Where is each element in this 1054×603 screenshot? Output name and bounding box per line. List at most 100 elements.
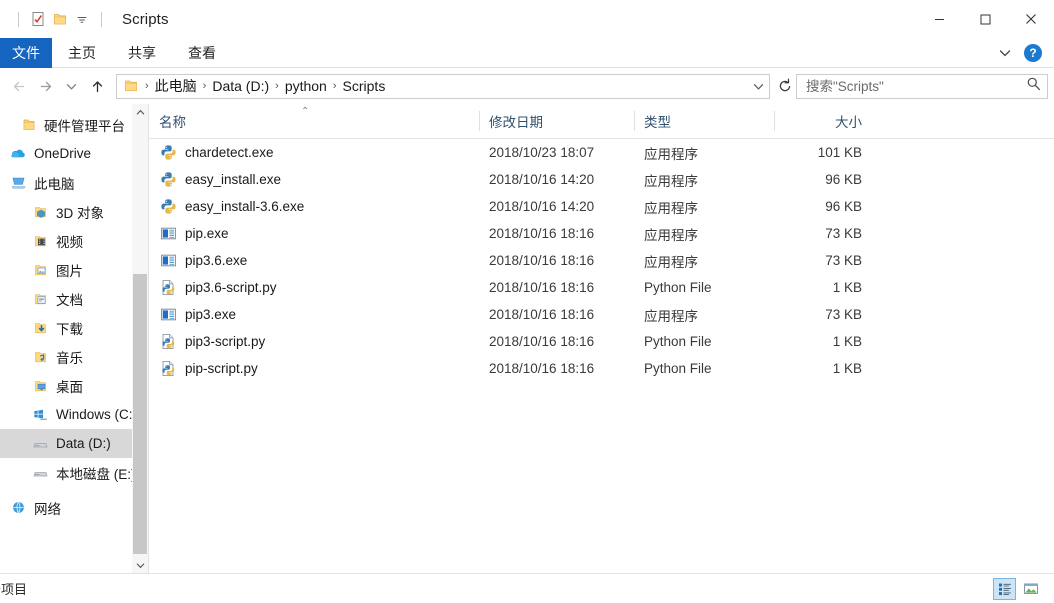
file-name-label: pip3-script.py <box>185 334 266 349</box>
file-name-cell[interactable]: pip3.6-script.py <box>149 279 479 297</box>
breadcrumb-item-1[interactable]: Data (D:) <box>208 78 273 94</box>
tab-file[interactable]: 文件 <box>0 38 52 68</box>
file-name-cell[interactable]: chardetect.exe <box>149 144 479 162</box>
breadcrumb-item-2[interactable]: python <box>281 78 331 94</box>
status-bar: 个项目 <box>0 573 1054 603</box>
sidebar-item-label: 本地磁盘 (E:) <box>56 466 136 482</box>
file-explorer-window: Scripts 文件 主页 共享 查看 ? › 此电脑 › Data (D:) … <box>0 0 1054 603</box>
breadcrumb-item-3[interactable]: Scripts <box>339 78 390 94</box>
sidebar-item-label: 网络 <box>34 501 61 517</box>
file-size-cell: 96 KB <box>825 172 862 187</box>
sidebar-item-desktop[interactable]: 桌面 <box>0 371 148 400</box>
scrollbar-thumb[interactable] <box>133 274 147 554</box>
table-row[interactable]: pip3.6.exe 2018/10/16 18:16 应用程序 73 KB <box>149 247 1054 274</box>
file-name-cell[interactable]: pip3.exe <box>149 306 479 324</box>
sidebar-scrollbar[interactable] <box>132 104 148 573</box>
file-name-cell[interactable]: pip.exe <box>149 225 479 243</box>
file-name-cell[interactable]: easy_install.exe <box>149 171 479 189</box>
sidebar-item-hardware-platform[interactable]: 硬件管理平台 <box>0 110 148 139</box>
this-pc-icon <box>10 174 27 191</box>
help-glyph: ? <box>1024 43 1042 62</box>
search-input[interactable] <box>806 78 1026 94</box>
sidebar-item-videos[interactable]: 视频 <box>0 226 148 255</box>
sidebar-item-local-disk-e[interactable]: 本地磁盘 (E:) <box>0 458 148 487</box>
up-button[interactable] <box>84 73 110 99</box>
file-date-cell: 2018/10/16 18:16 <box>489 253 595 268</box>
search-box[interactable] <box>796 73 1048 99</box>
app-exe-icon <box>159 306 177 324</box>
properties-icon[interactable] <box>27 8 49 30</box>
file-date-cell: 2018/10/16 18:16 <box>489 334 595 349</box>
column-header-date[interactable]: 修改日期 <box>479 104 634 138</box>
table-row[interactable]: pip-script.py 2018/10/16 18:16 Python File… <box>149 355 1054 382</box>
navigation-pane: 硬件管理平台 OneDrive 此电脑 3D 对象 视频 图片 文档 下载 音乐… <box>0 104 148 573</box>
sidebar-item-3d-objects[interactable]: 3D 对象 <box>0 197 148 226</box>
sidebar-item-this-pc[interactable]: 此电脑 <box>0 168 148 197</box>
breadcrumb-item-0[interactable]: 此电脑 <box>151 76 201 96</box>
navigation-list: 硬件管理平台 OneDrive 此电脑 3D 对象 视频 图片 文档 下载 音乐… <box>0 104 148 522</box>
help-icon[interactable]: ? <box>1020 41 1046 65</box>
column-header-name[interactable]: 名称 ⌃ <box>149 104 479 138</box>
python-file-icon <box>159 333 177 351</box>
forward-button[interactable] <box>32 73 58 99</box>
recent-locations-icon[interactable] <box>58 73 84 99</box>
file-name-cell[interactable]: pip-script.py <box>149 360 479 378</box>
tab-home[interactable]: 主页 <box>52 38 112 68</box>
windows-drive-icon <box>32 406 49 423</box>
tab-share[interactable]: 共享 <box>112 38 172 68</box>
file-name-cell[interactable]: easy_install-3.6.exe <box>149 198 479 216</box>
sidebar-item-documents[interactable]: 文档 <box>0 284 148 313</box>
scroll-up-icon[interactable] <box>132 104 148 120</box>
sidebar-item-data-d[interactable]: Data (D:) <box>0 429 148 458</box>
file-name-cell[interactable]: pip3.6.exe <box>149 252 479 270</box>
sidebar-item-pictures[interactable]: 图片 <box>0 255 148 284</box>
file-date-cell: 2018/10/16 18:16 <box>489 280 595 295</box>
customize-qat-icon[interactable] <box>71 8 93 30</box>
table-row[interactable]: pip3-script.py 2018/10/16 18:16 Python Fil… <box>149 328 1054 355</box>
file-date-cell: 2018/10/23 18:07 <box>489 145 595 160</box>
address-dropdown-icon[interactable] <box>747 75 769 98</box>
maximize-button[interactable] <box>962 0 1008 38</box>
close-button[interactable] <box>1008 0 1054 38</box>
large-icons-view-button[interactable] <box>1019 578 1042 600</box>
sidebar-item-label: 图片 <box>56 263 83 279</box>
table-row[interactable]: pip.exe 2018/10/16 18:16 应用程序 73 KB <box>149 220 1054 247</box>
sidebar-item-music[interactable]: 音乐 <box>0 342 148 371</box>
window-controls <box>916 0 1054 38</box>
back-button[interactable] <box>6 73 32 99</box>
minimize-button[interactable] <box>916 0 962 38</box>
file-name-cell[interactable]: pip3-script.py <box>149 333 479 351</box>
new-folder-icon[interactable] <box>49 8 71 30</box>
file-size-cell: 73 KB <box>825 253 862 268</box>
refresh-icon[interactable] <box>774 75 796 98</box>
sidebar-item-downloads[interactable]: 下载 <box>0 313 148 342</box>
table-row[interactable]: chardetect.exe 2018/10/23 18:07 应用程序 101 KB <box>149 139 1054 166</box>
sidebar-item-windows-c[interactable]: Windows (C:) <box>0 400 148 429</box>
file-size-cell: 1 KB <box>832 361 862 376</box>
column-header-type[interactable]: 类型 <box>634 104 774 138</box>
breadcrumb-separator: › <box>275 80 279 92</box>
view-mode-buttons <box>993 577 1054 600</box>
file-rows: chardetect.exe 2018/10/23 18:07 应用程序 101 KB… <box>149 139 1054 573</box>
videos-icon <box>32 232 49 249</box>
sidebar-item-onedrive[interactable]: OneDrive <box>0 139 148 168</box>
sidebar-item-label: Windows (C:) <box>56 407 138 422</box>
scroll-down-icon[interactable] <box>132 557 148 573</box>
tab-view[interactable]: 查看 <box>172 38 232 68</box>
column-header-size[interactable]: 大小 <box>774 104 874 138</box>
search-icon[interactable] <box>1026 76 1041 96</box>
ribbon-tabstrip: 文件 主页 共享 查看 ? <box>0 38 1054 68</box>
file-type-cell: 应用程序 <box>644 146 698 162</box>
file-size-cell: 73 KB <box>825 307 862 322</box>
python-exe-icon <box>159 144 177 162</box>
python-file-icon <box>159 279 177 297</box>
table-row[interactable]: easy_install-3.6.exe 2018/10/16 14:20 应用程序… <box>149 193 1054 220</box>
table-row[interactable]: easy_install.exe 2018/10/16 14:20 应用程序 96 K… <box>149 166 1054 193</box>
sidebar-item-label: OneDrive <box>34 146 92 161</box>
table-row[interactable]: pip3.exe 2018/10/16 18:16 应用程序 73 KB <box>149 301 1054 328</box>
details-view-button[interactable] <box>993 577 1016 600</box>
chevron-down-icon[interactable] <box>992 41 1018 65</box>
sidebar-item-network[interactable]: 网络 <box>0 493 148 522</box>
table-row[interactable]: pip3.6-script.py 2018/10/16 18:16 Python F… <box>149 274 1054 301</box>
breadcrumb-bar[interactable]: › 此电脑 › Data (D:) › python › Scripts <box>116 73 770 99</box>
